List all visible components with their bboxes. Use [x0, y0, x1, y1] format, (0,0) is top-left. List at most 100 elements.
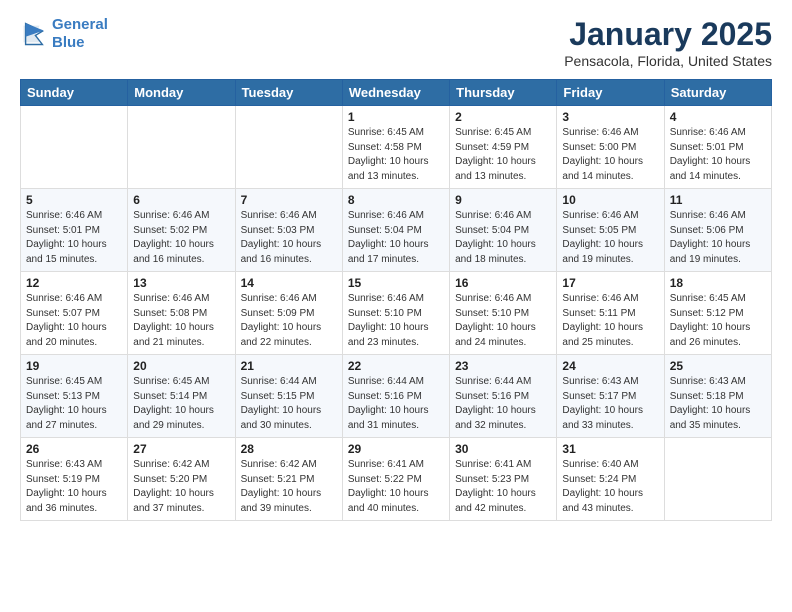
day-number: 26 — [26, 442, 122, 456]
day-info: Sunrise: 6:46 AM Sunset: 5:08 PM Dayligh… — [133, 292, 229, 350]
day-number: 4 — [670, 110, 766, 124]
calendar-subtitle: Pensacola, Florida, United States — [564, 53, 772, 69]
day-info: Sunrise: 6:41 AM Sunset: 5:23 PM Dayligh… — [455, 458, 551, 516]
day-cell: 28Sunrise: 6:42 AM Sunset: 5:21 PM Dayli… — [235, 438, 342, 521]
day-cell: 20Sunrise: 6:45 AM Sunset: 5:14 PM Dayli… — [128, 355, 235, 438]
day-cell: 10 Sunrise: 6:46 AM Sunset: 5:05 PM Dayli… — [557, 189, 664, 272]
day-number: 5 — [26, 193, 122, 207]
day-number: 13 — [133, 276, 229, 290]
day-number: 20 — [133, 359, 229, 373]
day-info: Sunrise: 6:46 AM Sunset: 5:07 PM Dayligh… — [26, 292, 122, 350]
day-cell: 16 Sunrise: 6:46 AM Sunset: 5:10 PM Dayli… — [450, 272, 557, 355]
day-cell: 8 Sunrise: 6:46 AM Sunset: 5:04 PM Daylig… — [342, 189, 449, 272]
day-info: Sunrise: 6:46 AM Sunset: 5:00 PM Dayligh… — [562, 126, 658, 184]
week-row-3: 19Sunrise: 6:45 AM Sunset: 5:13 PM Dayli… — [21, 355, 772, 438]
day-cell: 27 Sunrise: 6:42 AM Sunset: 5:20 PM Dayli… — [128, 438, 235, 521]
day-info: Sunrise: 6:44 AM Sunset: 5:15 PM Dayligh… — [241, 375, 337, 433]
title-block: January 2025 Pensacola, Florida, United … — [564, 16, 772, 69]
day-info: Sunrise: 6:46 AM Sunset: 5:10 PM Dayligh… — [455, 292, 551, 350]
logo-icon — [20, 20, 48, 48]
day-number: 23 — [455, 359, 551, 373]
day-cell: 5 Sunrise: 6:46 AM Sunset: 5:01 PM Daylig… — [21, 189, 128, 272]
day-info: Sunrise: 6:42 AM Sunset: 5:21 PM Dayligh… — [241, 458, 337, 516]
day-info: Sunrise: 6:46 AM Sunset: 5:11 PM Dayligh… — [562, 292, 658, 350]
day-info: Sunrise: 6:45 AM Sunset: 4:58 PM Dayligh… — [348, 126, 444, 184]
day-cell: 1 Sunrise: 6:45 AM Sunset: 4:58 PM Daylig… — [342, 106, 449, 189]
calendar-table: SundayMondayTuesdayWednesdayThursdayFrid… — [20, 79, 772, 521]
header-sunday: Sunday — [21, 80, 128, 106]
day-number: 21 — [241, 359, 337, 373]
day-number: 1 — [348, 110, 444, 124]
day-cell: 25Sunrise: 6:43 AM Sunset: 5:18 PM Dayli… — [664, 355, 771, 438]
day-number: 3 — [562, 110, 658, 124]
calendar-title: January 2025 — [564, 16, 772, 53]
day-cell: 23Sunrise: 6:44 AM Sunset: 5:16 PM Dayli… — [450, 355, 557, 438]
header-thursday: Thursday — [450, 80, 557, 106]
day-cell: 9 Sunrise: 6:46 AM Sunset: 5:04 PM Daylig… — [450, 189, 557, 272]
day-number: 24 — [562, 359, 658, 373]
day-info: Sunrise: 6:45 AM Sunset: 5:13 PM Dayligh… — [26, 375, 122, 433]
day-cell — [235, 106, 342, 189]
logo-text: General Blue — [52, 16, 108, 52]
day-info: Sunrise: 6:46 AM Sunset: 5:01 PM Dayligh… — [26, 209, 122, 267]
logo-line1: General — [52, 16, 108, 33]
day-info: Sunrise: 6:45 AM Sunset: 5:12 PM Dayligh… — [670, 292, 766, 350]
day-info: Sunrise: 6:46 AM Sunset: 5:04 PM Dayligh… — [455, 209, 551, 267]
week-row-2: 12Sunrise: 6:46 AM Sunset: 5:07 PM Dayli… — [21, 272, 772, 355]
day-cell: 24 Sunrise: 6:43 AM Sunset: 5:17 PM Dayli… — [557, 355, 664, 438]
day-number: 29 — [348, 442, 444, 456]
day-info: Sunrise: 6:43 AM Sunset: 5:17 PM Dayligh… — [562, 375, 658, 433]
day-number: 22 — [348, 359, 444, 373]
day-number: 9 — [455, 193, 551, 207]
day-info: Sunrise: 6:46 AM Sunset: 5:09 PM Dayligh… — [241, 292, 337, 350]
day-info: Sunrise: 6:46 AM Sunset: 5:02 PM Dayligh… — [133, 209, 229, 267]
day-cell: 17Sunrise: 6:46 AM Sunset: 5:11 PM Dayli… — [557, 272, 664, 355]
header-friday: Friday — [557, 80, 664, 106]
day-cell: 3 Sunrise: 6:46 AM Sunset: 5:00 PM Daylig… — [557, 106, 664, 189]
day-number: 8 — [348, 193, 444, 207]
week-row-0: 1 Sunrise: 6:45 AM Sunset: 4:58 PM Daylig… — [21, 106, 772, 189]
day-info: Sunrise: 6:44 AM Sunset: 5:16 PM Dayligh… — [348, 375, 444, 433]
day-cell — [664, 438, 771, 521]
day-number: 2 — [455, 110, 551, 124]
day-info: Sunrise: 6:46 AM Sunset: 5:05 PM Dayligh… — [562, 209, 658, 267]
day-info: Sunrise: 6:46 AM Sunset: 5:04 PM Dayligh… — [348, 209, 444, 267]
day-cell: 31Sunrise: 6:40 AM Sunset: 5:24 PM Dayli… — [557, 438, 664, 521]
day-info: Sunrise: 6:46 AM Sunset: 5:06 PM Dayligh… — [670, 209, 766, 267]
logo-line2: Blue — [52, 34, 85, 51]
header-saturday: Saturday — [664, 80, 771, 106]
day-number: 30 — [455, 442, 551, 456]
day-cell: 13 Sunrise: 6:46 AM Sunset: 5:08 PM Dayli… — [128, 272, 235, 355]
day-cell: 30 Sunrise: 6:41 AM Sunset: 5:23 PM Dayli… — [450, 438, 557, 521]
day-cell: 26 Sunrise: 6:43 AM Sunset: 5:19 PM Dayli… — [21, 438, 128, 521]
day-info: Sunrise: 6:43 AM Sunset: 5:19 PM Dayligh… — [26, 458, 122, 516]
day-cell: 4Sunrise: 6:46 AM Sunset: 5:01 PM Daylig… — [664, 106, 771, 189]
header-tuesday: Tuesday — [235, 80, 342, 106]
day-cell: 6Sunrise: 6:46 AM Sunset: 5:02 PM Daylig… — [128, 189, 235, 272]
day-cell: 11 Sunrise: 6:46 AM Sunset: 5:06 PM Dayli… — [664, 189, 771, 272]
day-cell: 15Sunrise: 6:46 AM Sunset: 5:10 PM Dayli… — [342, 272, 449, 355]
day-info: Sunrise: 6:42 AM Sunset: 5:20 PM Dayligh… — [133, 458, 229, 516]
day-number: 10 — [562, 193, 658, 207]
day-cell: 18 Sunrise: 6:45 AM Sunset: 5:12 PM Dayli… — [664, 272, 771, 355]
day-number: 11 — [670, 193, 766, 207]
week-row-4: 26 Sunrise: 6:43 AM Sunset: 5:19 PM Dayli… — [21, 438, 772, 521]
header-wednesday: Wednesday — [342, 80, 449, 106]
day-info: Sunrise: 6:45 AM Sunset: 4:59 PM Dayligh… — [455, 126, 551, 184]
day-cell: 14Sunrise: 6:46 AM Sunset: 5:09 PM Dayli… — [235, 272, 342, 355]
day-cell: 2 Sunrise: 6:45 AM Sunset: 4:59 PM Daylig… — [450, 106, 557, 189]
day-info: Sunrise: 6:46 AM Sunset: 5:10 PM Dayligh… — [348, 292, 444, 350]
calendar-header-row: SundayMondayTuesdayWednesdayThursdayFrid… — [21, 80, 772, 106]
day-info: Sunrise: 6:40 AM Sunset: 5:24 PM Dayligh… — [562, 458, 658, 516]
day-number: 27 — [133, 442, 229, 456]
day-number: 25 — [670, 359, 766, 373]
logo: General Blue — [20, 16, 108, 52]
week-row-1: 5 Sunrise: 6:46 AM Sunset: 5:01 PM Daylig… — [21, 189, 772, 272]
day-number: 7 — [241, 193, 337, 207]
day-cell: 21 Sunrise: 6:44 AM Sunset: 5:15 PM Dayli… — [235, 355, 342, 438]
header: General Blue January 2025 Pensacola, Flo… — [20, 16, 772, 69]
day-info: Sunrise: 6:41 AM Sunset: 5:22 PM Dayligh… — [348, 458, 444, 516]
day-number: 16 — [455, 276, 551, 290]
day-cell: 7Sunrise: 6:46 AM Sunset: 5:03 PM Daylig… — [235, 189, 342, 272]
day-number: 18 — [670, 276, 766, 290]
